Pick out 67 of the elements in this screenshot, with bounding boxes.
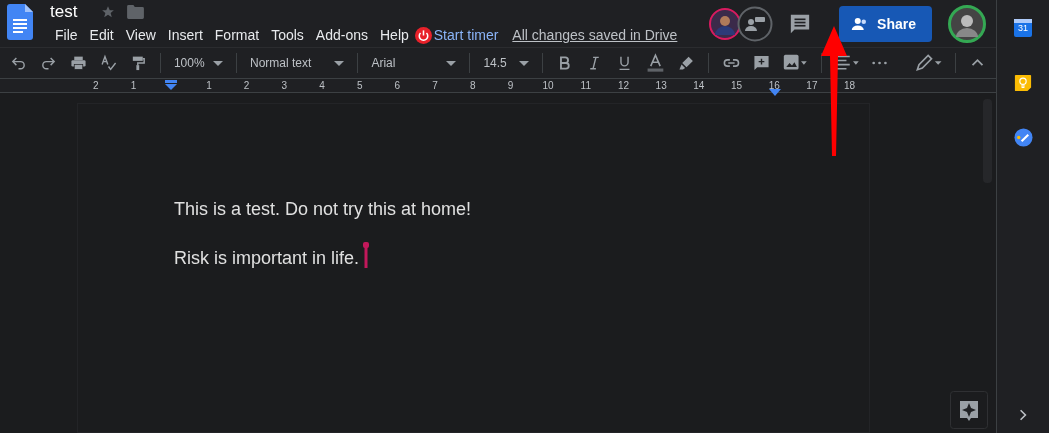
paint-format-icon[interactable]: [130, 54, 147, 73]
font-size-dropdown[interactable]: 14.5: [483, 56, 529, 71]
more-icon[interactable]: [872, 61, 888, 66]
ruler-number: 1: [129, 79, 138, 91]
calendar-day: 31: [1018, 23, 1028, 33]
timer-link[interactable]: Start timer: [433, 27, 499, 44]
caret-icon: [446, 60, 457, 66]
left-indent-marker[interactable]: [165, 80, 178, 91]
lightbulb-icon[interactable]: [1014, 74, 1032, 92]
ruler-number: 8: [468, 79, 477, 91]
menu-item[interactable]: Edit: [83, 25, 120, 46]
menu-item[interactable]: Format: [208, 25, 266, 46]
star-icon[interactable]: [101, 5, 116, 20]
ruler-number: 17: [805, 79, 819, 91]
ruler-number: 7: [431, 79, 439, 91]
ruler-number: 10: [541, 79, 555, 91]
ruler-number: 12: [616, 79, 631, 91]
print-icon[interactable]: [70, 54, 87, 73]
ruler-number: 16: [767, 79, 781, 91]
menu-item[interactable]: Help: [374, 25, 415, 46]
tasks-icon[interactable]: [1013, 128, 1033, 147]
menu-item[interactable]: Insert: [161, 25, 209, 46]
font-dropdown[interactable]: Arial: [371, 56, 457, 71]
paragraph: This is a test. Do not try this at home!: [174, 199, 473, 220]
menu-item[interactable]: File: [49, 25, 84, 46]
ruler-number: 15: [729, 79, 744, 91]
chat-presence-icon[interactable]: [737, 5, 774, 42]
folder-icon[interactable]: [127, 5, 145, 20]
ruler-number: 18: [843, 79, 857, 91]
explore-button[interactable]: [950, 391, 988, 429]
caret-icon: [334, 60, 345, 66]
paragraph: Risk is important in life.: [174, 248, 869, 269]
ruler-number: 3: [280, 79, 289, 91]
ruler-number: 11: [579, 79, 592, 91]
ruler-number: 13: [654, 79, 668, 91]
menu-item[interactable]: Tools: [265, 25, 310, 46]
text-cursor: [363, 241, 370, 268]
docs-logo-icon[interactable]: [7, 3, 33, 40]
collaborator-avatar[interactable]: [709, 7, 742, 40]
calendar-icon[interactable]: [1013, 18, 1033, 38]
share-button[interactable]: Share: [839, 5, 932, 42]
ruler-number: 5: [355, 79, 364, 91]
edit-mode-icon[interactable]: [913, 53, 942, 74]
document-page[interactable]: This is a test. Do not try this at home! Risk is important in life.: [77, 103, 870, 433]
ruler-number: 2: [92, 79, 100, 91]
ruler-number: 1: [205, 79, 213, 91]
power-icon[interactable]: [414, 26, 432, 44]
document-title[interactable]: test: [50, 2, 78, 23]
comment-icon[interactable]: [789, 12, 812, 35]
add-comment-icon[interactable]: [753, 54, 771, 73]
menu-item[interactable]: View: [119, 25, 162, 46]
zoom-dropdown[interactable]: 100%: [173, 56, 224, 71]
menu-item[interactable]: Add-ons: [309, 25, 374, 46]
caret-icon: [213, 60, 224, 66]
spellcheck-icon[interactable]: [100, 54, 117, 73]
ruler-number: 9: [506, 79, 515, 91]
expand-panel-icon[interactable]: [1019, 409, 1027, 421]
ruler-number: 14: [692, 79, 706, 91]
ruler-number: 4: [318, 79, 326, 91]
ruler-number: 6: [393, 79, 402, 91]
caret-icon: [518, 60, 529, 66]
account-avatar[interactable]: [948, 4, 986, 43]
text-color-icon[interactable]: [645, 53, 665, 74]
right-indent-marker[interactable]: [769, 88, 781, 96]
save-status-link[interactable]: All changes saved in Drive: [512, 27, 678, 44]
ruler-number: 2: [242, 79, 251, 91]
style-dropdown[interactable]: Normal text: [250, 56, 345, 71]
